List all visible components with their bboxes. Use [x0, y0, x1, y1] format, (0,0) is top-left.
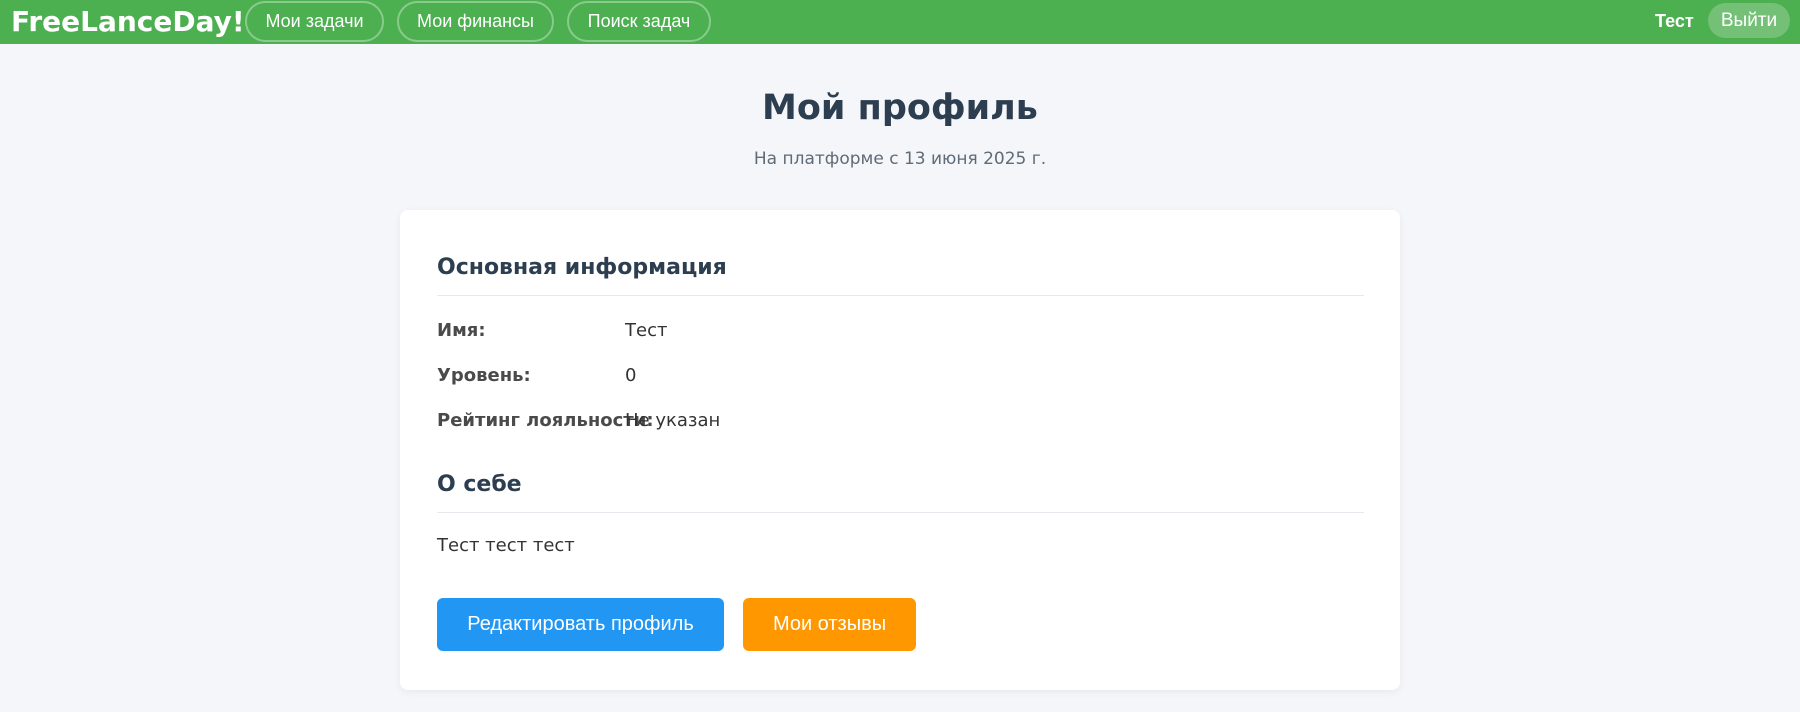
level-label: Уровень:: [437, 365, 531, 386]
top-navbar: FreeLanceDay! Мои задачи Мои финансы Пои…: [0, 0, 1800, 44]
about-divider: [437, 512, 1364, 513]
current-user-name[interactable]: Тест: [1655, 0, 1694, 44]
about-heading: О себе: [437, 472, 522, 497]
nav-my-finances-button[interactable]: Мои финансы: [397, 1, 554, 42]
my-reviews-button[interactable]: Мои отзывы: [743, 598, 916, 651]
page-title: Мой профиль: [762, 88, 1038, 128]
loyalty-rating-label: Рейтинг лояльности:: [437, 410, 654, 431]
member-since-text: На платформе с 13 июня 2025 г.: [753, 149, 1047, 169]
logout-button[interactable]: Выйти: [1708, 3, 1790, 38]
basic-info-heading: Основная информация: [437, 255, 727, 280]
loyalty-rating-value: Не указан: [625, 410, 721, 431]
name-label: Имя:: [437, 320, 486, 341]
edit-profile-button[interactable]: Редактировать профиль: [437, 598, 724, 651]
level-value: 0: [625, 365, 637, 386]
nav-my-tasks-button[interactable]: Мои задачи: [245, 1, 384, 42]
profile-card: Основная информация Имя: Тест Уровень: 0…: [400, 210, 1400, 690]
name-value: Тест: [625, 320, 668, 341]
brand-logo[interactable]: FreeLanceDay!: [11, 0, 245, 44]
nav-search-tasks-button[interactable]: Поиск задач: [567, 1, 711, 42]
about-text: Тест тест тест: [437, 535, 575, 556]
basic-info-divider: [437, 295, 1364, 296]
